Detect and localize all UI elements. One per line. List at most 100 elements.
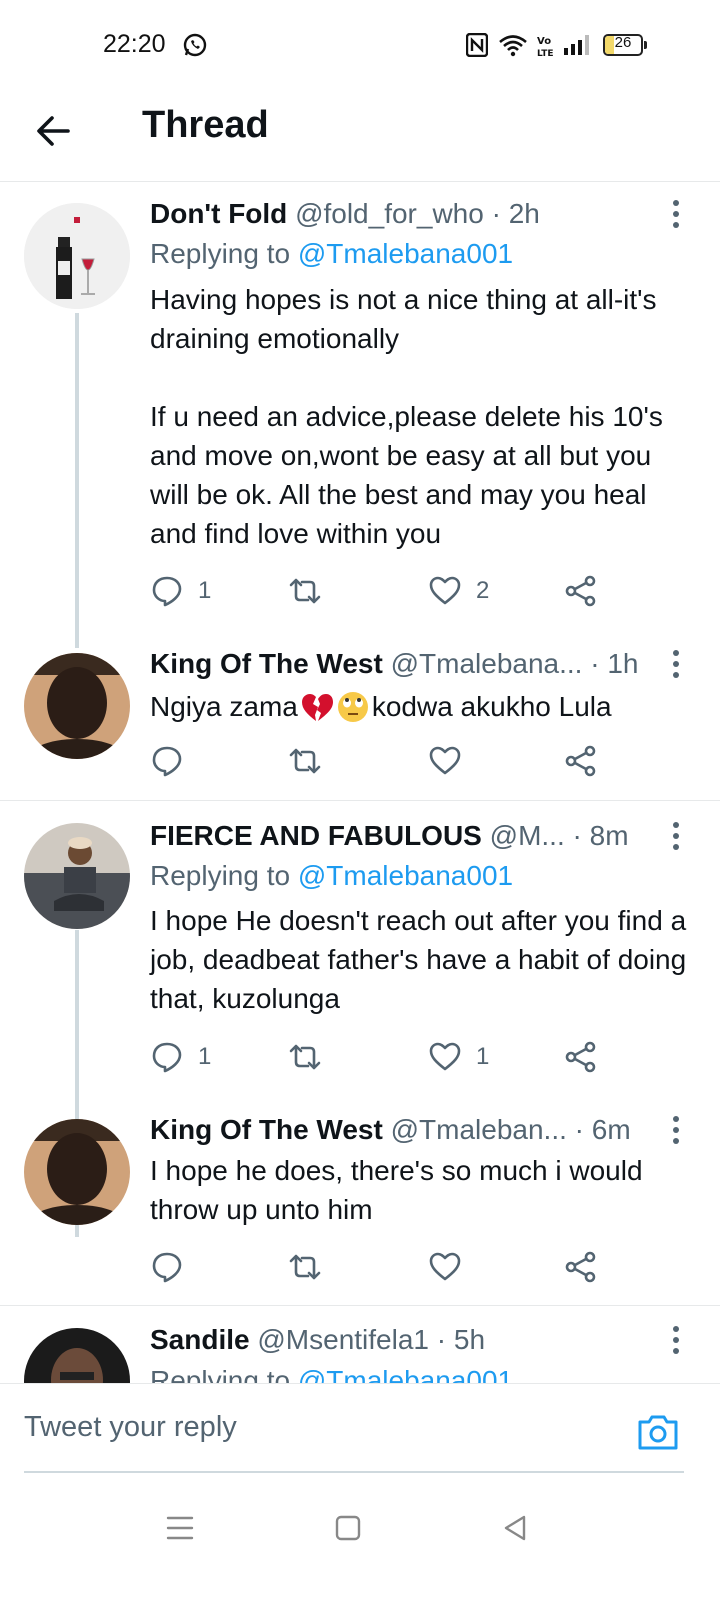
tweet-text: Ngiya zama kodwa akukho Lula <box>150 687 690 726</box>
tweet-item[interactable]: FIERCE AND FABULOUS @M... · 8m Replying … <box>0 801 720 1237</box>
status-time: 22:20 <box>103 30 166 58</box>
person-avatar-icon <box>24 653 130 759</box>
reply-icon <box>152 1042 182 1073</box>
more-options-icon[interactable] <box>672 821 680 851</box>
author-name[interactable]: King Of The West <box>150 648 383 679</box>
share-icon <box>565 1041 596 1073</box>
heart-icon <box>429 746 461 775</box>
replying-to-label: Replying to <box>150 238 291 269</box>
like-button[interactable]: 1 <box>428 1037 489 1077</box>
author-handle[interactable]: @Tmaleban... <box>391 1114 567 1145</box>
author-handle[interactable]: @fold_for_who <box>295 198 484 229</box>
rolling-eyes-emoji <box>337 691 368 722</box>
author-handle[interactable]: @Msentifela1 <box>257 1324 429 1355</box>
menu-icon[interactable] <box>160 1508 200 1548</box>
share-button[interactable] <box>564 571 598 611</box>
heart-icon <box>429 1042 461 1071</box>
tweet-item[interactable]: Don't Fold @fold_for_who · 2h Replying t… <box>0 183 720 648</box>
retweet-button[interactable] <box>288 571 336 611</box>
reply-icon <box>152 1252 182 1283</box>
author-name[interactable]: Sandile <box>150 1324 250 1355</box>
like-count: 1 <box>476 1043 490 1070</box>
replying-to-handle[interactable]: @Tmalebana001 <box>298 860 513 891</box>
retweet-button[interactable] <box>288 1247 322 1287</box>
replying-to-handle[interactable]: @Tmalebana001 <box>298 1365 513 1383</box>
replying-to: Replying to @Tmalebana001 <box>150 1364 513 1383</box>
tweet-reply-input[interactable] <box>24 1384 624 1470</box>
share-icon <box>565 745 596 777</box>
share-icon <box>565 1251 596 1283</box>
reply-button[interactable]: 1 <box>150 1037 211 1077</box>
tweet-item[interactable]: Sandile @Msentifela1 · 5h Replying to @T… <box>0 1306 720 1383</box>
share-icon <box>565 575 596 607</box>
back-button[interactable] <box>30 106 80 156</box>
battery-icon: 26 <box>603 34 647 56</box>
more-options-icon[interactable] <box>672 649 680 679</box>
replying-to: Replying to @Tmalebana001 <box>150 237 513 271</box>
like-button[interactable] <box>428 1247 462 1287</box>
tweet-item[interactable]: King Of The West @Tmalebana... · 1h Ngiy… <box>0 643 720 801</box>
tweet-header: Don't Fold @fold_for_who · 2h <box>150 197 660 231</box>
tweet-header: Sandile @Msentifela1 · 5h <box>150 1323 660 1357</box>
author-handle[interactable]: @Tmalebana... <box>391 648 583 679</box>
person-avatar-icon <box>24 1119 130 1225</box>
tweet-item[interactable]: King Of The West @Tmaleban... · 6m I hop… <box>0 1101 720 1305</box>
like-count: 2 <box>476 577 490 604</box>
share-button[interactable] <box>564 1037 598 1077</box>
avatar-dont-fold[interactable] <box>24 203 130 309</box>
svg-text:LTE: LTE <box>537 49 554 59</box>
volte-icon: Vo LTE <box>537 36 554 59</box>
author-name[interactable]: Don't Fold <box>150 198 287 229</box>
back-triangle-icon[interactable] <box>496 1508 536 1548</box>
author-name[interactable]: FIERCE AND FABULOUS <box>150 820 482 851</box>
more-options-icon[interactable] <box>672 1115 680 1145</box>
svg-text:Vo: Vo <box>537 36 551 47</box>
avatar-king-of-the-west[interactable] <box>24 1119 130 1225</box>
tweet-text: I hope he does, there's so much i would … <box>150 1155 651 1225</box>
tweet-text: I hope He doesn't reach out after you fi… <box>150 905 694 1014</box>
tweet-actions: 1 2 <box>150 571 620 611</box>
retweet-button[interactable] <box>288 1037 336 1077</box>
tweet-actions: 1 1 <box>150 1037 620 1077</box>
reply-icon <box>152 746 182 777</box>
whatsapp-icon <box>183 33 207 57</box>
retweet-icon <box>289 1044 321 1070</box>
tweet-time: · 2h <box>491 198 540 229</box>
person-avatar-icon <box>24 1328 130 1383</box>
thread-line <box>75 313 79 648</box>
reply-button[interactable] <box>150 741 184 781</box>
avatar-sandile[interactable] <box>24 1328 130 1383</box>
share-button[interactable] <box>564 741 598 781</box>
author-handle[interactable]: @M... <box>490 820 565 851</box>
avatar-king-of-the-west[interactable] <box>24 653 130 759</box>
replying-to-label: Replying to <box>150 1365 291 1383</box>
more-options-icon[interactable] <box>672 199 680 229</box>
retweet-icon <box>289 748 321 774</box>
share-button[interactable] <box>564 1247 598 1287</box>
signal-icon <box>564 35 589 55</box>
system-nav-bar <box>0 1480 720 1600</box>
reply-count: 1 <box>198 577 212 604</box>
tweet-text-before: Ngiya zama <box>150 691 298 722</box>
like-button[interactable]: 2 <box>428 571 489 611</box>
reply-button[interactable]: 1 <box>150 571 211 611</box>
author-name[interactable]: King Of The West <box>150 1114 383 1145</box>
retweet-icon <box>289 578 321 604</box>
camera-icon[interactable] <box>636 1412 680 1452</box>
retweet-button[interactable] <box>288 741 322 781</box>
battery-level: 26 <box>614 34 632 51</box>
tweet-text: Having hopes is not a nice thing at all-… <box>150 284 663 549</box>
replying-to-handle[interactable]: @Tmalebana001 <box>298 238 513 269</box>
nfc-icon <box>466 33 488 57</box>
reply-button[interactable] <box>150 1247 184 1287</box>
tweet-actions <box>150 741 620 781</box>
tweet-text-after: kodwa akukho Lula <box>371 691 612 722</box>
like-button[interactable] <box>428 741 462 781</box>
avatar-fierce-and-fabulous[interactable] <box>24 823 130 929</box>
home-square-icon[interactable] <box>328 1508 368 1548</box>
tweet-time: · 6m <box>574 1114 631 1145</box>
more-options-icon[interactable] <box>672 1325 680 1355</box>
thread-feed[interactable]: Don't Fold @fold_for_who · 2h Replying t… <box>0 183 720 1383</box>
reply-icon <box>152 576 182 607</box>
status-bar: 22:20 Vo LTE 26 <box>0 0 720 90</box>
